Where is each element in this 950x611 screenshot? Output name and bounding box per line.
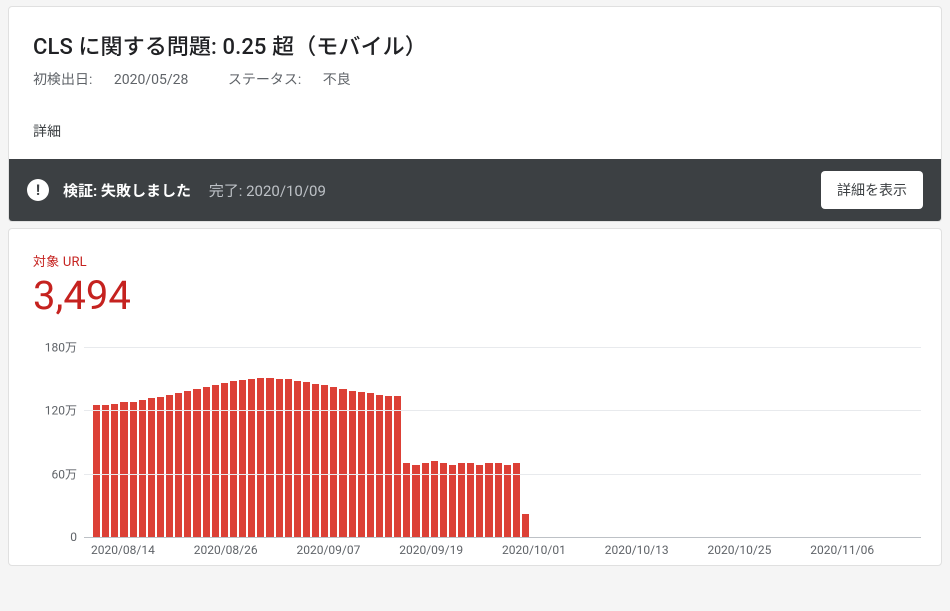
validation-text: 検証: 失敗しました 完了: 2020/10/09 (63, 180, 326, 201)
chart-x-tick-label: 2020/09/07 (297, 543, 400, 557)
chart-card: 対象 URL 3,494 060万120万180万 2020/08/142020… (8, 228, 942, 566)
chart-bar (312, 384, 319, 537)
chart-x-tick-label: 2020/10/25 (708, 543, 811, 557)
chart-x-tick-label: 2020/10/01 (502, 543, 605, 557)
chart-bar (230, 381, 237, 537)
metric-value: 3,494 (33, 272, 921, 319)
chart-bar (522, 514, 529, 537)
status: ステータス: 不良 (228, 72, 369, 88)
validation-value: 失敗しました (101, 182, 191, 200)
chart-x-tick-label: 2020/08/14 (91, 543, 194, 557)
chart-bar (120, 402, 127, 537)
chart-bar (385, 396, 392, 537)
chart-bar (239, 380, 246, 537)
validation-completed: 完了: 2020/10/09 (209, 182, 326, 200)
chart-y-axis: 060万120万180万 (33, 347, 83, 537)
chart-bar (376, 395, 383, 538)
chart-bar (449, 465, 456, 537)
chart-bar (184, 391, 191, 537)
chart-bar (285, 379, 292, 537)
chart-bar (394, 396, 401, 537)
chart-bar (221, 383, 228, 537)
validation-status-bar: ! 検証: 失敗しました 完了: 2020/10/09 詳細を表示 (9, 159, 941, 221)
chart-gridline (84, 347, 921, 348)
chart-bar (266, 378, 273, 537)
chart-bar (476, 465, 483, 537)
chart-bar (130, 402, 137, 537)
chart-bar (175, 393, 182, 537)
chart-x-tick-label: 2020/11/06 (810, 543, 913, 557)
chart-x-tick-label: 2020/08/26 (194, 543, 297, 557)
first-detected-value: 2020/05/28 (114, 72, 189, 88)
status-value: 不良 (323, 72, 351, 88)
chart-bar (412, 465, 419, 537)
chart-y-tick-label: 120万 (45, 402, 77, 419)
header-subline: 初検出日: 2020/05/28 ステータス: 不良 (33, 69, 917, 89)
chart-bar (166, 395, 173, 538)
issue-header-card: CLS に関する問題: 0.25 超（モバイル） 初検出日: 2020/05/2… (8, 6, 942, 222)
chart-bar (212, 385, 219, 537)
completed-value: 2020/10/09 (246, 182, 326, 200)
chart-bar (303, 382, 310, 537)
first-detected: 初検出日: 2020/05/28 (33, 72, 210, 88)
validation-label: 検証: (63, 182, 97, 200)
chart-bar (257, 378, 264, 537)
chart-gridline (84, 537, 921, 538)
completed-label: 完了: (209, 182, 243, 200)
chart-bar (148, 398, 155, 537)
metric-label: 対象 URL (33, 251, 921, 270)
chart-x-tick-label: 2020/10/13 (605, 543, 708, 557)
chart-bar (93, 405, 100, 537)
chart-gridline (84, 474, 921, 475)
chart-bar (157, 397, 164, 537)
status-label: ステータス: (228, 72, 301, 88)
chart-bar (193, 389, 200, 537)
chart-bar (504, 465, 511, 537)
chart-bar (139, 400, 146, 537)
chart-bar (321, 385, 328, 537)
error-icon: ! (27, 179, 49, 201)
chart-y-tick-label: 0 (70, 530, 77, 544)
chart-x-axis: 2020/08/142020/08/262020/09/072020/09/19… (83, 537, 921, 557)
chart-bar (431, 461, 438, 537)
chart-bar (339, 389, 346, 537)
chart-area: 060万120万180万 (33, 347, 921, 537)
details-link[interactable]: 詳細 (9, 97, 941, 159)
page-title: CLS に関する問題: 0.25 超（モバイル） (33, 29, 917, 61)
chart-bar (358, 392, 365, 537)
chart-x-tick-label: 2020/09/19 (399, 543, 502, 557)
chart-plot (83, 347, 921, 537)
chart-gridline (84, 410, 921, 411)
first-detected-label: 初検出日: (33, 72, 92, 88)
chart-bar (294, 381, 301, 537)
chart-y-tick-label: 60万 (52, 465, 78, 482)
show-details-button[interactable]: 詳細を表示 (821, 171, 923, 209)
chart-bar (349, 391, 356, 537)
chart-y-tick-label: 180万 (45, 339, 77, 356)
chart-bar (102, 405, 109, 537)
chart-bar (111, 404, 118, 537)
header-top: CLS に関する問題: 0.25 超（モバイル） 初検出日: 2020/05/2… (9, 7, 941, 97)
chart-bars (84, 347, 921, 537)
chart-bar (367, 393, 374, 537)
chart-bar (276, 379, 283, 537)
chart-bar (248, 379, 255, 537)
